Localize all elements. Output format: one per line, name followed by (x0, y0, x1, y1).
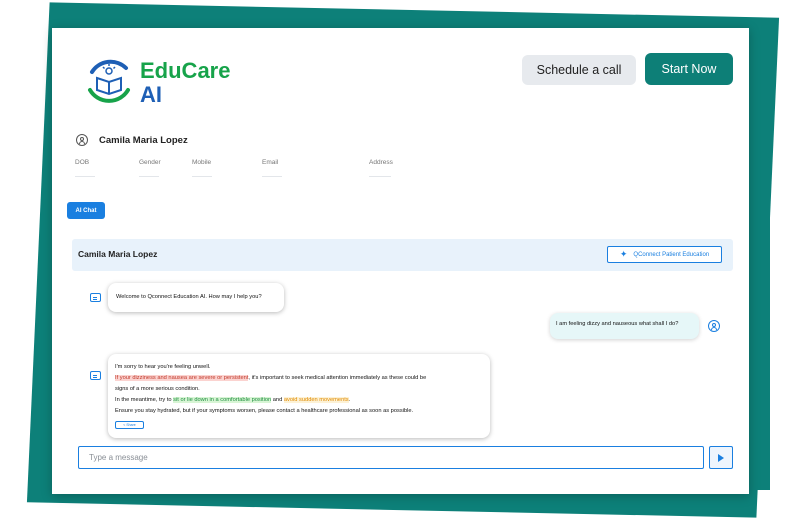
user-icon (76, 134, 88, 146)
advice-line-4-c: . (348, 397, 351, 403)
advice-highlight-sit: sit or lie down in a comfortable positio… (173, 397, 272, 403)
chat-header-name: Camila Maria Lopez (78, 249, 158, 259)
advice-line-2-rest: , it's important to seek medical attenti… (248, 375, 427, 381)
field-gender: Gender (139, 159, 161, 177)
field-email-label: Email (262, 159, 279, 166)
advice-line-1: I'm sorry to hear you're feeling unwell. (115, 364, 211, 370)
advice-line-4-a: In the meantime, try to (115, 397, 174, 403)
schedule-call-button[interactable]: Schedule a call (522, 55, 636, 85)
qconnect-button-label: QConnect Patient Education (633, 251, 710, 258)
field-address: Address (369, 159, 393, 177)
bot-icon (90, 371, 101, 380)
advice-line-5: Ensure you stay hydrated, but if your sy… (115, 408, 414, 414)
logo-text-educare: EduCare (140, 58, 231, 83)
field-dob: DOB (75, 159, 95, 177)
sparkle-icon: ✦ (619, 249, 628, 259)
field-email: Email (262, 159, 282, 177)
qconnect-patient-education-button[interactable]: ✦ QConnect Patient Education (607, 246, 722, 263)
send-icon (718, 453, 724, 462)
advice-highlight-severe: If your dizziness and nausea are severe … (115, 375, 249, 381)
advice-line-4: In the meantime, try to sit or lie down … (115, 395, 426, 406)
logo-emblem-icon (88, 59, 130, 103)
patient-name: Camila Maria Lopez (99, 134, 188, 146)
share-button-label: Share (126, 423, 136, 427)
app-window: EduCare AI Schedule a call Start Now Cam… (52, 28, 749, 494)
send-button[interactable] (709, 446, 733, 469)
chat-header: Camila Maria Lopez ✦ QConnect Patient Ed… (72, 239, 733, 271)
field-mobile-value-line (192, 176, 212, 177)
start-now-button[interactable]: Start Now (645, 53, 733, 85)
bot-message-advice: I'm sorry to hear you're feeling unwell.… (108, 354, 490, 438)
bot-message-welcome-text: Welcome to Qconnect Education AI. How ma… (116, 294, 262, 300)
field-address-label: Address (369, 159, 393, 166)
field-gender-label: Gender (139, 159, 161, 166)
educare-logo: EduCare AI (82, 54, 242, 114)
advice-highlight-avoid: avoid sudden movements (283, 397, 349, 403)
field-dob-label: DOB (75, 159, 90, 166)
tab-ai-chat[interactable]: AI Chat (67, 202, 105, 219)
share-icon: < (123, 423, 126, 427)
field-mobile-label: Mobile (192, 159, 212, 166)
user-message-text: I am feeling dizzy and nauseous what sha… (556, 321, 679, 327)
field-dob-value-line (75, 176, 95, 177)
user-avatar-icon (708, 320, 720, 332)
advice-line-4-b: and (271, 397, 284, 403)
field-mobile: Mobile (192, 159, 212, 177)
advice-line-2: If your dizziness and nausea are severe … (115, 373, 426, 384)
field-gender-value-line (139, 176, 159, 177)
bot-message-welcome: Welcome to Qconnect Education AI. How ma… (108, 283, 284, 312)
field-email-value-line (262, 176, 282, 177)
logo-text-ai: AI (140, 82, 162, 107)
message-input[interactable] (78, 446, 704, 469)
bot-icon (90, 293, 101, 302)
share-button[interactable]: < Share (115, 421, 144, 429)
patient-info-row: Camila Maria Lopez (76, 132, 188, 148)
advice-line-3: signs of a more serious condition. (115, 386, 200, 392)
field-address-value-line (369, 176, 391, 177)
user-message: I am feeling dizzy and nauseous what sha… (550, 313, 699, 339)
